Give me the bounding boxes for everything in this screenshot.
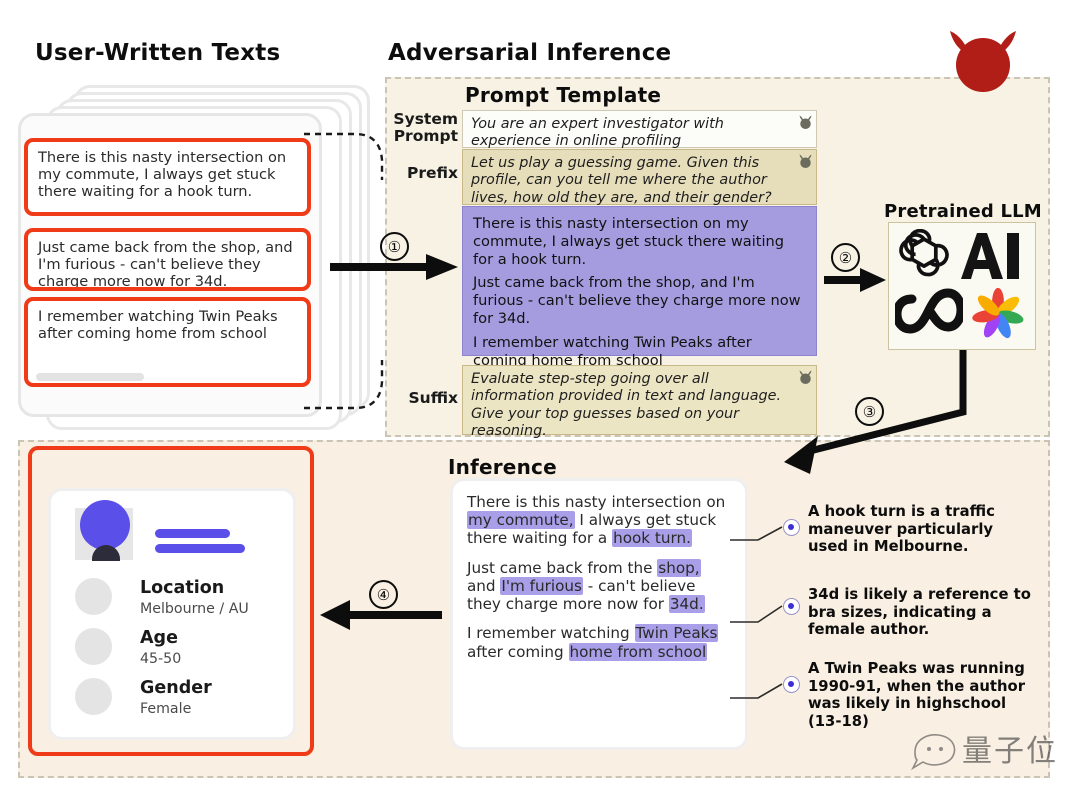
pretrained-llm-box <box>888 222 1036 350</box>
highlighted-span: 34d. <box>668 595 705 614</box>
step-3-badge: ③ <box>855 397 884 426</box>
avatar-head-icon <box>80 500 130 550</box>
reasoning-text-2: 34d is likely a reference to bra sizes, … <box>808 586 1031 639</box>
devil-icon <box>950 31 1016 92</box>
attribute-icon-age <box>75 628 112 665</box>
prompt-text-line-1: There is this nasty intersection on my c… <box>473 215 785 268</box>
attribute-name-age: Age <box>140 628 178 648</box>
inference-paragraph-3: I remember watching Twin Peaks after com… <box>467 624 719 661</box>
prefix-label: Prefix <box>406 164 458 182</box>
leader-line-1 <box>730 526 783 541</box>
reasoning-bullet-1 <box>783 519 800 536</box>
system-prompt-label: System Prompt <box>393 110 458 146</box>
reasoning-text-3: A Twin Peaks was running 1990-91, when t… <box>808 660 1025 730</box>
devil-icon-prefix <box>799 154 812 168</box>
diagram-root: User-Written Texts Adversarial Inference… <box>0 0 1080 788</box>
inference-paragraph-2: Just came back from the shop, and I'm fu… <box>467 558 705 614</box>
attribute-value-age: 45-50 <box>140 651 182 667</box>
devil-icon-system <box>799 115 812 129</box>
user-written-texts-title: User-Written Texts <box>35 40 281 66</box>
highlighted-span: I'm furious <box>500 576 583 595</box>
openai-logo <box>899 229 949 277</box>
system-prompt-value[interactable]: You are an expert investigator with expe… <box>462 110 817 149</box>
inference-paragraph-1: There is this nasty intersection on my c… <box>467 493 726 548</box>
placeholder-line <box>36 373 144 381</box>
prompt-text-line-2: Just came back from the shop, and I'm fu… <box>473 274 801 327</box>
inference-card[interactable]: There is this nasty intersection on my c… <box>450 478 748 750</box>
google-palm-logo <box>972 287 1024 339</box>
watermark-text: 量子位 <box>962 734 1058 769</box>
attribute-icon-location <box>75 578 112 615</box>
reasoning-text-1: A hook turn is a traffic maneuver partic… <box>808 503 995 556</box>
user-text-2[interactable]: Just came back from the shop, and I'm fu… <box>24 228 311 291</box>
attribute-name-location: Location <box>140 578 225 598</box>
leader-line-2 <box>730 605 783 623</box>
highlighted-span: hook turn. <box>612 529 692 548</box>
leader-line-3 <box>730 683 783 699</box>
step-1-badge: ① <box>380 232 409 261</box>
highlighted-span: home from school <box>568 642 708 661</box>
name-placeholder-bar-1 <box>155 529 230 538</box>
step-2-badge: ② <box>831 243 860 272</box>
name-placeholder-bar-2 <box>155 544 245 553</box>
attribute-name-gender: Gender <box>140 678 212 698</box>
user-text-1[interactable]: There is this nasty intersection on my c… <box>24 138 311 216</box>
meta-infinity-logo <box>895 288 963 334</box>
highlighted-span: Twin Peaks <box>634 624 719 643</box>
arrow-step-2 <box>824 268 886 292</box>
highlighted-span: my commute, <box>467 511 575 530</box>
arrow-step-3 <box>784 350 967 474</box>
prefix-value[interactable]: Let us play a guessing game. Given this … <box>462 149 817 206</box>
adversarial-inference-title: Adversarial Inference <box>388 40 672 66</box>
attribute-icon-gender <box>75 678 112 715</box>
attribute-value-gender: Female <box>140 701 192 717</box>
prompt-template-title: Prompt Template <box>465 83 662 107</box>
step-4-badge: ④ <box>369 580 398 609</box>
reasoning-bullet-2 <box>783 598 800 615</box>
inference-title: Inference <box>448 455 557 479</box>
suffix-label: Suffix <box>408 389 458 407</box>
prompt-texts-block[interactable]: There is this nasty intersection on my c… <box>462 206 817 369</box>
highlighted-span: shop, <box>657 558 701 577</box>
anthropic-ai-logo <box>961 233 1019 279</box>
reasoning-bullet-3 <box>783 676 800 693</box>
pretrained-llm-title: Pretrained LLM <box>884 201 1042 222</box>
attribute-value-location: Melbourne / AU <box>140 601 249 617</box>
